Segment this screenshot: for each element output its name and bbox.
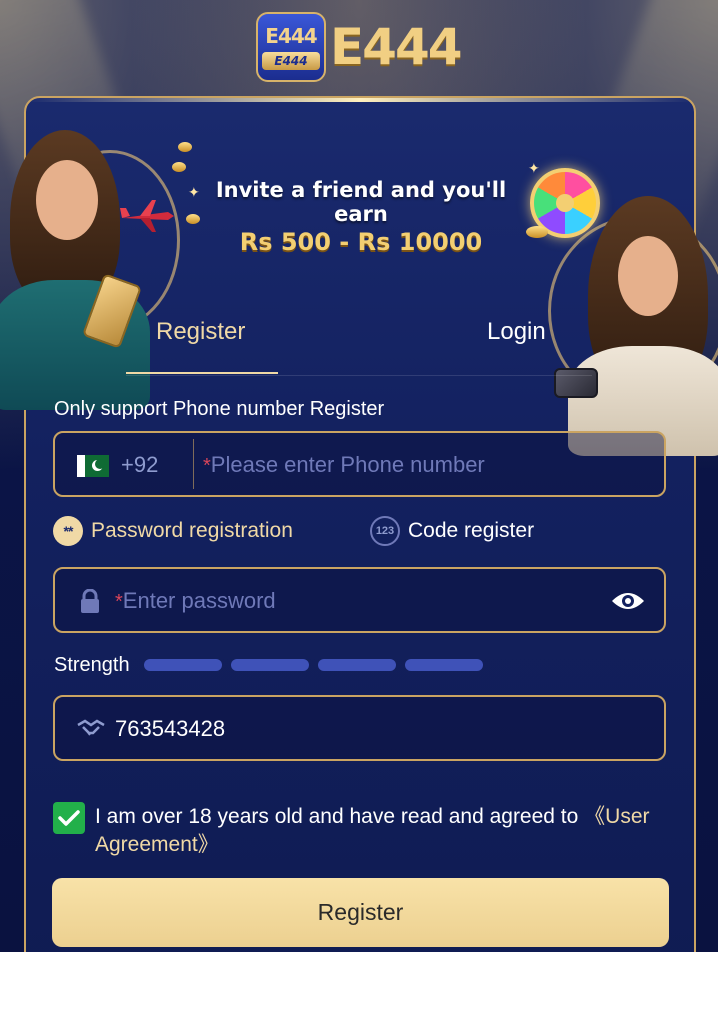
required-mark: *	[115, 591, 123, 613]
invite-code-input[interactable]: 763543428	[115, 716, 225, 742]
sparkle-icon: ✦	[528, 160, 540, 176]
invite-code-field[interactable]: 763543428	[53, 695, 666, 761]
invite-headline: Invite a friend and you'll earn	[215, 178, 507, 226]
password-input[interactable]: *Enter password	[115, 588, 276, 614]
phone-field[interactable]: +92 *Please enter Phone number	[53, 431, 666, 497]
logo-badge: E444 E444	[256, 12, 326, 82]
phone-placeholder: Please enter Phone number	[210, 452, 485, 477]
tab-login[interactable]: Login	[487, 318, 546, 346]
country-code[interactable]: +92	[121, 452, 158, 478]
invite-reward: Rs 500 - Rs 10000	[239, 228, 483, 256]
lock-icon	[79, 588, 101, 613]
phone-input[interactable]: *Please enter Phone number	[203, 452, 485, 478]
agreement-checkbox[interactable]	[53, 802, 85, 834]
numeric-code-icon: 123	[370, 516, 400, 546]
tab-divider	[126, 375, 592, 376]
register-button[interactable]: Register	[52, 878, 669, 947]
password-field[interactable]: *Enter password	[53, 567, 666, 633]
strength-segment	[318, 659, 396, 671]
password-placeholder: Enter password	[122, 588, 276, 613]
register-screen: E444 E444 E444 ✦ ✦ Invite a friend and y…	[0, 0, 718, 952]
logo-badge-top: E444	[265, 24, 317, 48]
logo-badge-bottom: E444	[262, 52, 320, 70]
airplane-icon	[118, 196, 178, 236]
agreement-text: I am over 18 years old and have read and…	[95, 803, 675, 859]
field-divider	[193, 439, 194, 489]
strength-segment	[231, 659, 309, 671]
code-register-label: Code register	[408, 519, 535, 542]
logo-wordmark: E444	[330, 18, 463, 76]
coin-icon	[178, 142, 192, 152]
strength-label: Strength	[54, 654, 130, 676]
password-dots-icon: **	[53, 516, 83, 546]
coin-icon	[172, 162, 186, 172]
phone-icon	[554, 368, 598, 398]
tab-register[interactable]: Register	[156, 318, 245, 346]
pakistan-flag-icon	[77, 455, 109, 477]
required-mark: *	[203, 455, 211, 477]
handshake-icon	[77, 717, 105, 739]
phone-only-note: Only support Phone number Register	[54, 398, 385, 420]
password-registration-label: Password registration	[91, 519, 293, 542]
invite-banner: Invite a friend and you'll earn Rs 500 -…	[196, 178, 526, 256]
app-logo: E444 E444 E444	[256, 12, 463, 82]
code-register-option[interactable]: 123 Code register	[370, 516, 534, 546]
active-tab-indicator	[126, 372, 278, 374]
eye-icon[interactable]	[610, 589, 646, 613]
checkmark-icon	[58, 810, 80, 826]
coin-icon	[526, 226, 548, 238]
left-woman-illustration	[0, 120, 180, 410]
strength-segment	[405, 659, 483, 671]
strength-segment	[144, 659, 222, 671]
password-registration-option[interactable]: ** Password registration	[53, 516, 293, 546]
agreement-statement: I am over 18 years old and have read and…	[95, 805, 585, 828]
